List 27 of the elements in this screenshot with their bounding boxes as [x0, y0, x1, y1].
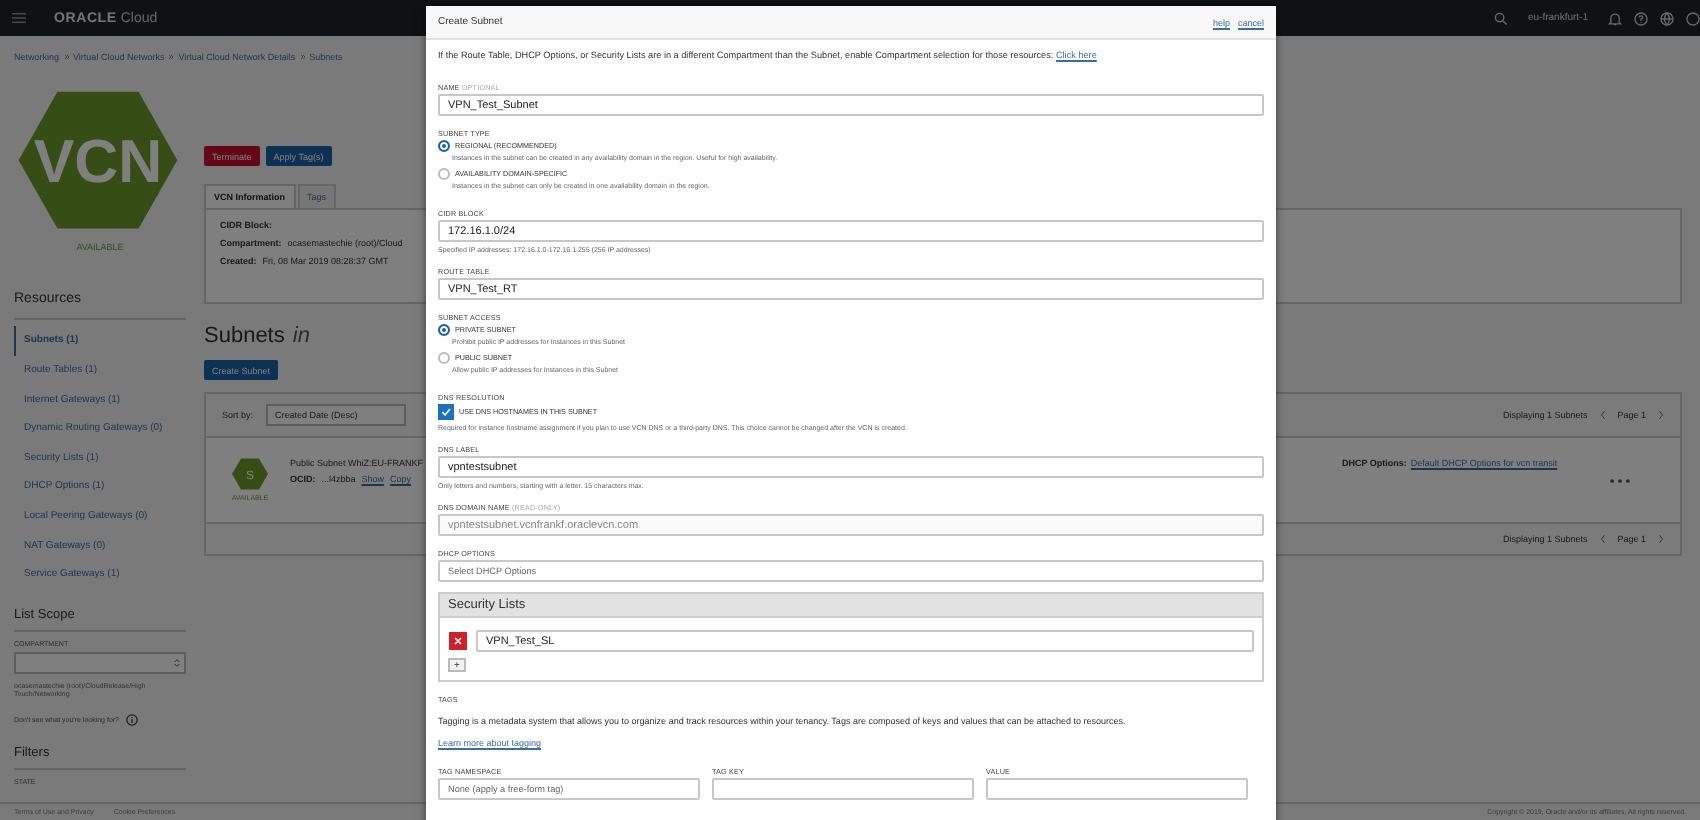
radio-button[interactable] — [438, 168, 450, 180]
more-actions-icon[interactable] — [1609, 477, 1630, 483]
chevron-right-icon[interactable] — [1658, 534, 1664, 544]
bell-icon[interactable] — [1608, 11, 1622, 25]
chevron-right-icon — [168, 54, 175, 60]
info-icon[interactable] — [125, 714, 138, 726]
page-heading-suffix: in — [292, 324, 310, 348]
chevron-right-icon[interactable] — [1658, 410, 1664, 420]
globe-icon[interactable] — [1660, 11, 1674, 25]
search-icon[interactable] — [1493, 11, 1508, 25]
chevron-right-icon — [63, 54, 70, 60]
radio-button[interactable] — [438, 140, 450, 152]
chevron-right-icon — [299, 54, 306, 60]
tag-input[interactable] — [986, 778, 1248, 800]
help-icon[interactable] — [1634, 11, 1648, 25]
chevron-left-icon[interactable] — [1599, 410, 1606, 420]
updown-icon — [174, 658, 184, 669]
tag-input[interactable] — [712, 778, 974, 800]
page-heading: Subnets — [204, 324, 285, 348]
radio-button[interactable] — [438, 352, 450, 364]
checkbox[interactable] — [438, 404, 454, 420]
vcn-hexagon-badge: VCN — [14, 90, 182, 231]
user-icon[interactable] — [1686, 11, 1700, 25]
chevron-left-icon[interactable] — [1599, 534, 1606, 544]
remove-button[interactable] — [448, 632, 468, 650]
menu-icon[interactable] — [12, 12, 26, 24]
radio-button[interactable] — [438, 324, 450, 336]
